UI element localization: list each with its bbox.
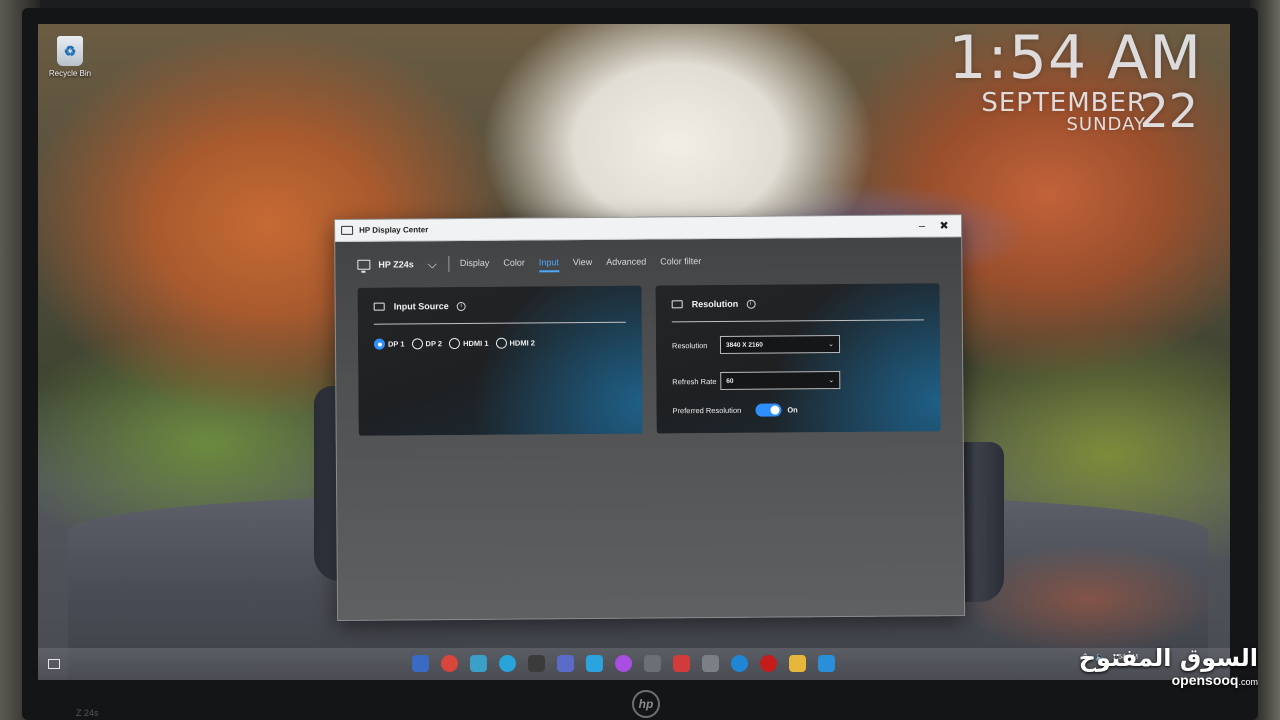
radio-dp2[interactable]: DP 2	[411, 338, 443, 350]
refresh-rate-value: 60	[726, 377, 734, 385]
minimize-button[interactable]: –	[911, 217, 933, 235]
hp-display-center-window: HP Display Center – ✖ HP Z24s ⌵ Display …	[334, 214, 966, 621]
chevron-down-icon: ⌵	[427, 256, 437, 271]
clock-weekday: SUNDAY	[1066, 114, 1146, 135]
tab-input[interactable]: Input	[539, 257, 559, 269]
panel-divider	[373, 321, 626, 325]
messenger-icon[interactable]	[615, 655, 632, 672]
zoom-icon[interactable]	[731, 655, 748, 672]
input-source-title: Input Source	[393, 301, 449, 312]
telegram-icon[interactable]	[586, 655, 603, 672]
radio-unselected-icon	[449, 338, 461, 350]
radio-unselected-icon	[495, 337, 507, 349]
resolution-dropdown[interactable]: 3840 X 2160 ⌄	[719, 335, 841, 354]
start-icon[interactable]	[48, 659, 60, 669]
clock-widget: 1:54 AM SEPTEMBER SUNDAY 22	[948, 24, 1202, 138]
input-source-panel: Input Source i DP 1 DP 2 HDMI 1 HDMI 2	[357, 285, 643, 436]
preferred-resolution-row: Preferred Resolution On	[672, 402, 924, 417]
input-source-options: DP 1 DP 2 HDMI 1 HDMI 2	[373, 337, 626, 350]
chevron-down-icon: ⌄	[828, 341, 835, 349]
photos-icon[interactable]	[470, 655, 487, 672]
clock-date-row: SEPTEMBER SUNDAY 22	[948, 84, 1202, 138]
top-nav: HP Z24s ⌵ Display Color Input View Advan…	[335, 237, 961, 288]
radio-selected-icon	[373, 338, 386, 350]
recycle-bin-icon: ♻	[57, 36, 83, 66]
folder-icon[interactable]	[789, 655, 806, 672]
preferred-resolution-label: Preferred Resolution	[672, 405, 742, 416]
clock-time: 1:54 AM	[948, 24, 1202, 93]
anydesk-icon[interactable]	[673, 655, 690, 672]
preferred-resolution-toggle[interactable]	[755, 403, 782, 417]
watermark-arabic: السوق المفتوح	[1078, 644, 1258, 672]
radio-label: HDMI 1	[463, 338, 489, 348]
resolution-title: Resolution	[691, 298, 739, 310]
refresh-rate-dropdown[interactable]: 60 ⌄	[720, 371, 841, 390]
input-source-header: Input Source i	[373, 296, 626, 316]
radio-label: HDMI 2	[509, 338, 535, 348]
resolution-value: 3840 X 2160	[725, 341, 763, 349]
input-source-icon	[373, 302, 385, 311]
tab-color[interactable]: Color	[503, 258, 525, 270]
monitor-icon	[357, 259, 371, 270]
resolution-label: Resolution	[671, 340, 708, 350]
hp-logo-icon: hp	[632, 690, 660, 718]
chevron-down-icon: ⌄	[828, 377, 835, 385]
tab-color-filter[interactable]: Color filter	[660, 256, 701, 268]
tab-view[interactable]: View	[573, 257, 592, 269]
radio-hdmi2[interactable]: HDMI 2	[495, 337, 535, 349]
bezel-brand: hp	[638, 697, 654, 711]
clock-day: 22	[1139, 84, 1198, 138]
info-icon[interactable]: i	[746, 299, 756, 309]
close-button[interactable]: ✖	[933, 217, 955, 235]
opensooq-watermark: السوق المفتوح opensooq.com	[1079, 644, 1258, 688]
resolution-field: Resolution 3840 X 2160 ⌄	[672, 334, 924, 354]
watermark-latin: opensooq.com	[1079, 672, 1258, 688]
refresh-rate-label: Refresh Rate	[672, 376, 717, 386]
panel-divider	[671, 319, 924, 323]
taskbar: ⌃ 🔈 1:54 AM	[38, 648, 1230, 680]
recycle-bin-label: Recycle Bin	[48, 69, 92, 78]
toggle-state: On	[787, 405, 798, 415]
radio-dp1[interactable]: DP 1	[373, 338, 405, 350]
refresh-rate-field: Refresh Rate 60 ⌄	[672, 370, 924, 390]
radio-unselected-icon	[411, 338, 423, 350]
radio-label: DP 2	[425, 339, 443, 349]
nav-divider	[448, 256, 450, 273]
app-monitor-icon	[341, 225, 354, 235]
headphones-icon[interactable]	[499, 655, 516, 672]
resolution-panel: Resolution i Resolution 3840 X 2160 ⌄ Re…	[655, 283, 941, 434]
chrome-icon[interactable]	[441, 655, 458, 672]
tab-advanced[interactable]: Advanced	[606, 257, 646, 269]
window-title: HP Display Center	[359, 225, 429, 235]
app-icon[interactable]	[702, 655, 719, 672]
watermark-suffix: .com	[1238, 677, 1258, 687]
device-selector[interactable]: HP Z24s ⌵	[357, 257, 437, 273]
radio-label: DP 1	[387, 339, 405, 349]
resolution-icon	[671, 300, 683, 309]
bezel-model-label: Z 24s	[76, 708, 99, 718]
taskbar-apps	[412, 655, 835, 672]
radio-hdmi1[interactable]: HDMI 1	[449, 338, 489, 350]
settings-panels: Input Source i DP 1 DP 2 HDMI 1 HDMI 2 R…	[336, 283, 963, 436]
resolution-header: Resolution i	[671, 293, 924, 313]
watermark-brand: opensooq	[1171, 672, 1239, 688]
movie-icon[interactable]	[528, 655, 545, 672]
display-center-icon[interactable]	[818, 655, 835, 672]
file-explorer-icon[interactable]	[412, 655, 429, 672]
store-icon[interactable]	[644, 655, 661, 672]
opera-icon[interactable]	[760, 655, 777, 672]
device-name: HP Z24s	[378, 259, 414, 270]
info-icon[interactable]: i	[456, 301, 466, 311]
tab-display[interactable]: Display	[460, 258, 490, 270]
device-icon[interactable]	[557, 655, 574, 672]
desktop-icon-recycle-bin[interactable]: ♻ Recycle Bin	[44, 36, 96, 78]
